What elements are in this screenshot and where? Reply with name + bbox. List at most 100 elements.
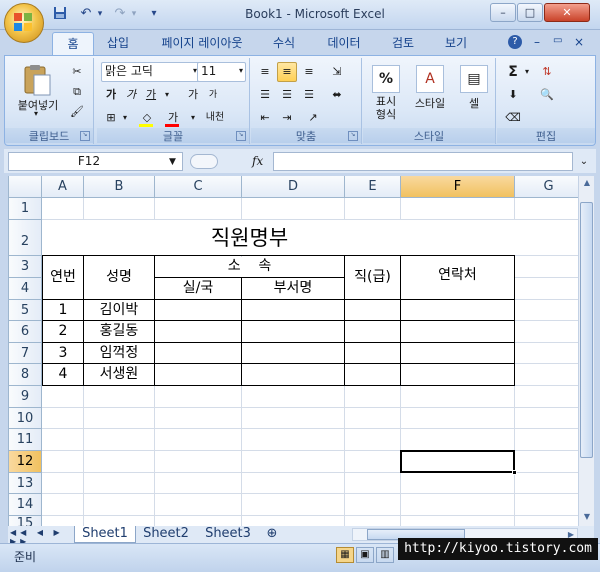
bold-button[interactable]: 가: [101, 85, 121, 105]
borders-icon[interactable]: ⊞: [101, 108, 121, 128]
cut-icon[interactable]: ✂: [67, 62, 87, 82]
phonetic-button[interactable]: 내천: [201, 108, 229, 128]
underline-button[interactable]: 가: [141, 85, 161, 105]
select-all-button[interactable]: [9, 176, 42, 198]
font-color-dropdown-icon[interactable]: ▾: [187, 108, 199, 128]
customize-qat-icon[interactable]: ▾: [146, 6, 162, 22]
row-no[interactable]: 4: [43, 364, 83, 385]
align-right-icon[interactable]: ☰: [299, 85, 319, 105]
help-icon[interactable]: ?: [508, 35, 522, 49]
row-header-12[interactable]: 12: [9, 451, 42, 473]
row-header-1[interactable]: 1: [9, 198, 42, 220]
column-header-e[interactable]: E: [345, 176, 401, 198]
row-no[interactable]: 2: [43, 321, 83, 342]
tab-page-layout[interactable]: 페이지 레이아웃: [150, 32, 254, 56]
ribbon-close-icon[interactable]: ×: [574, 35, 584, 49]
header-name[interactable]: 성명: [84, 256, 154, 299]
ribbon-minimize-icon[interactable]: –: [534, 35, 540, 49]
vertical-scrollbar[interactable]: ▲ ▼: [578, 176, 594, 526]
office-button[interactable]: [4, 3, 44, 43]
scroll-up-icon[interactable]: ▲: [580, 176, 594, 190]
format-painter-icon[interactable]: 🖌: [67, 102, 87, 122]
page-layout-view-icon[interactable]: ▣: [356, 547, 374, 563]
align-bottom-icon[interactable]: ≡: [299, 62, 319, 82]
header-division[interactable]: 부서명: [242, 278, 344, 299]
underline-dropdown-icon[interactable]: ▾: [161, 85, 173, 105]
row-header-5[interactable]: 5: [9, 300, 42, 321]
worksheet-grid[interactable]: A B C D E F G 1 2 3 4 5 6 7 8 9 10 11 12…: [8, 176, 579, 526]
autosum-icon[interactable]: Σ: [503, 62, 523, 82]
clear-icon[interactable]: ⌫: [503, 108, 523, 128]
font-launcher-icon[interactable]: ↘: [236, 131, 246, 141]
close-button[interactable]: ✕: [544, 3, 590, 22]
orientation-icon[interactable]: ↗: [303, 108, 323, 128]
column-header-b[interactable]: B: [84, 176, 155, 198]
sort-filter-icon[interactable]: ⇅: [537, 62, 557, 82]
table-title[interactable]: 직원명부: [155, 222, 344, 254]
decrease-indent-icon[interactable]: ⇤: [255, 108, 275, 128]
cells-button[interactable]: ▤ 셀: [455, 60, 493, 128]
redo-dropdown-icon[interactable]: ▾: [126, 6, 142, 22]
maximize-button[interactable]: □: [517, 3, 543, 22]
align-middle-icon[interactable]: ≡: [277, 62, 297, 82]
chevron-down-icon[interactable]: ▼: [169, 154, 181, 170]
row-name[interactable]: 임꺽정: [84, 343, 154, 363]
find-select-icon[interactable]: 🔍: [537, 85, 557, 105]
row-name[interactable]: 김이박: [84, 300, 154, 320]
header-rank[interactable]: 직(급): [345, 256, 400, 299]
fill-handle[interactable]: [512, 470, 517, 475]
row-no[interactable]: 1: [43, 300, 83, 320]
row-name[interactable]: 서생원: [84, 364, 154, 385]
row-header-6[interactable]: 6: [9, 321, 42, 343]
tab-home[interactable]: 홈: [52, 32, 94, 57]
scroll-down-icon[interactable]: ▼: [580, 510, 594, 524]
number-format-button[interactable]: % 표시 형식: [367, 60, 405, 128]
tab-data[interactable]: 데이터: [318, 32, 370, 56]
minimize-button[interactable]: –: [490, 3, 516, 22]
row-header-15[interactable]: 15: [9, 516, 42, 526]
ribbon-restore-icon[interactable]: ▭: [553, 35, 562, 46]
row-header-3[interactable]: 3: [9, 256, 42, 278]
insert-function-icon[interactable]: fx: [252, 152, 272, 171]
tab-review[interactable]: 검토: [383, 32, 423, 56]
expand-formula-bar-icon[interactable]: ⌄: [576, 152, 592, 171]
row-header-11[interactable]: 11: [9, 429, 42, 451]
row-header-10[interactable]: 10: [9, 408, 42, 429]
insert-sheet-icon[interactable]: ⊕: [262, 526, 282, 542]
merge-center-icon[interactable]: ⬌: [327, 85, 347, 105]
column-header-f[interactable]: F: [401, 176, 515, 198]
shrink-font-button[interactable]: 가: [203, 85, 223, 105]
tab-insert[interactable]: 삽입: [98, 32, 138, 56]
column-header-g[interactable]: G: [515, 176, 579, 198]
row-name[interactable]: 홍길동: [84, 321, 154, 342]
grow-font-button[interactable]: 가: [183, 85, 203, 105]
row-header-9[interactable]: 9: [9, 386, 42, 408]
fill-icon[interactable]: ⬇: [503, 85, 523, 105]
row-header-14[interactable]: 14: [9, 494, 42, 516]
paste-button[interactable]: 붙여넣기 ▾: [11, 60, 63, 118]
borders-dropdown-icon[interactable]: ▾: [119, 108, 131, 128]
clipboard-launcher-icon[interactable]: ↘: [80, 131, 90, 141]
header-no[interactable]: 연번: [43, 256, 83, 299]
sheet-tab-3[interactable]: Sheet3: [198, 526, 258, 542]
row-header-4[interactable]: 4: [9, 278, 42, 300]
wrap-text-icon[interactable]: ⇲: [327, 62, 347, 82]
sheet-tab-2[interactable]: Sheet2: [136, 526, 196, 542]
tab-formulas[interactable]: 수식: [264, 32, 304, 56]
align-left-icon[interactable]: ☰: [255, 85, 275, 105]
font-name-select[interactable]: 맑은 고딕 ▾: [101, 62, 200, 82]
active-cell-selection[interactable]: [400, 450, 515, 473]
style-button[interactable]: A 스타일: [407, 60, 453, 128]
tab-view[interactable]: 보기: [436, 32, 476, 56]
name-box[interactable]: F12 ▼: [8, 152, 183, 171]
header-contact[interactable]: 연락처: [401, 256, 514, 299]
row-header-2[interactable]: 2: [9, 220, 42, 256]
sheet-tab-1[interactable]: Sheet1: [74, 526, 136, 543]
row-no[interactable]: 3: [43, 343, 83, 363]
row-header-8[interactable]: 8: [9, 364, 42, 386]
header-office[interactable]: 실/국: [155, 278, 241, 299]
sheet-nav-icon[interactable]: ◀◀ ◀ ▶ ▶▶: [10, 528, 70, 546]
copy-icon[interactable]: ⧉: [67, 82, 87, 102]
increase-indent-icon[interactable]: ⇥: [277, 108, 297, 128]
align-top-icon[interactable]: ≡: [255, 62, 275, 82]
